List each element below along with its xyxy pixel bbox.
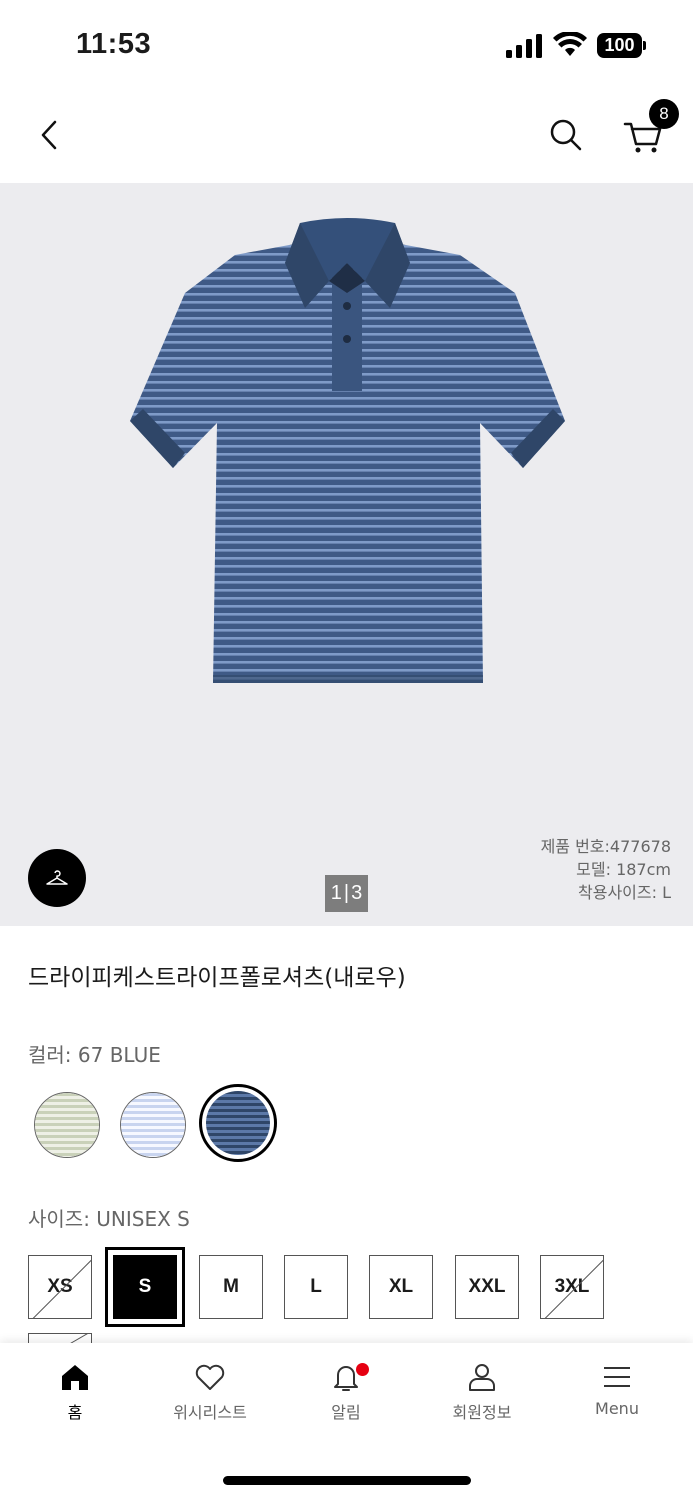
nav-home[interactable]: 홈 — [15, 1361, 135, 1423]
status-time: 11:53 — [76, 28, 152, 60]
home-indicator — [223, 1476, 471, 1485]
size-option-3xl[interactable]: 3XL — [540, 1255, 604, 1319]
size-option-m[interactable]: M — [199, 1255, 263, 1319]
size-option-xxl[interactable]: XXL — [455, 1255, 519, 1319]
color-swatch-green[interactable] — [34, 1092, 100, 1158]
size-label: 사이즈: UNISEX S — [28, 1207, 190, 1231]
size-option-s-label: S — [113, 1255, 177, 1319]
status-bar: 11:53 100 — [0, 0, 693, 90]
image-pager: 1 | 3 — [325, 875, 368, 912]
nav-home-label: 홈 — [67, 1403, 83, 1422]
search-icon[interactable] — [545, 112, 587, 156]
pager-current: 1 — [330, 882, 342, 904]
back-arrow-icon[interactable] — [30, 112, 70, 158]
cart-count-badge: 8 — [649, 99, 679, 129]
alert-notification-dot — [356, 1363, 369, 1376]
fitting-hanger-button[interactable] — [28, 849, 86, 907]
nav-alerts[interactable]: 알림 — [286, 1361, 406, 1423]
user-icon — [469, 1364, 495, 1391]
spec-product-number: 제품 번호:477678 — [540, 837, 671, 856]
product-title: 드라이피케스트라이프폴로셔츠(내로우) — [28, 965, 406, 991]
nav-account-label: 회원정보 — [452, 1403, 512, 1422]
top-bar: 8 — [0, 90, 693, 182]
nav-menu-label: Menu — [595, 1399, 639, 1418]
size-option-l[interactable]: L — [284, 1255, 348, 1319]
hamburger-menu-icon — [604, 1367, 630, 1387]
cellular-signal-icon — [506, 34, 542, 58]
spec-model-height: 모델: 187cm — [576, 860, 671, 879]
heart-icon — [195, 1364, 225, 1390]
home-icon — [62, 1365, 88, 1390]
nav-wishlist-label: 위시리스트 — [173, 1403, 247, 1422]
color-swatch-navy-blue[interactable] — [199, 1084, 277, 1162]
pager-total: 3 — [351, 882, 363, 904]
nav-wishlist[interactable]: 위시리스트 — [150, 1361, 270, 1423]
battery-icon: 100 — [597, 33, 647, 58]
nav-alerts-label: 알림 — [331, 1403, 361, 1422]
size-option-xs[interactable]: XS — [28, 1255, 92, 1319]
product-image-gallery[interactable]: 1 | 3 제품 번호:477678 모델: 187cm 착용사이즈: L — [0, 183, 693, 926]
color-swatch-light-blue[interactable] — [120, 1092, 186, 1158]
wifi-icon — [553, 32, 587, 56]
size-option-xl[interactable]: XL — [369, 1255, 433, 1319]
product-image — [130, 218, 565, 683]
color-label: 컬러: 67 BLUE — [28, 1043, 161, 1067]
nav-account[interactable]: 회원정보 — [422, 1361, 542, 1423]
nav-menu[interactable]: Menu — [557, 1361, 677, 1418]
spec-worn-size: 착용사이즈: L — [578, 883, 671, 902]
hanger-icon — [46, 870, 68, 885]
battery-level: 100 — [597, 33, 642, 58]
size-option-s[interactable]: S — [105, 1247, 185, 1327]
model-spec: 제품 번호:477678 모델: 187cm 착용사이즈: L — [541, 835, 671, 904]
